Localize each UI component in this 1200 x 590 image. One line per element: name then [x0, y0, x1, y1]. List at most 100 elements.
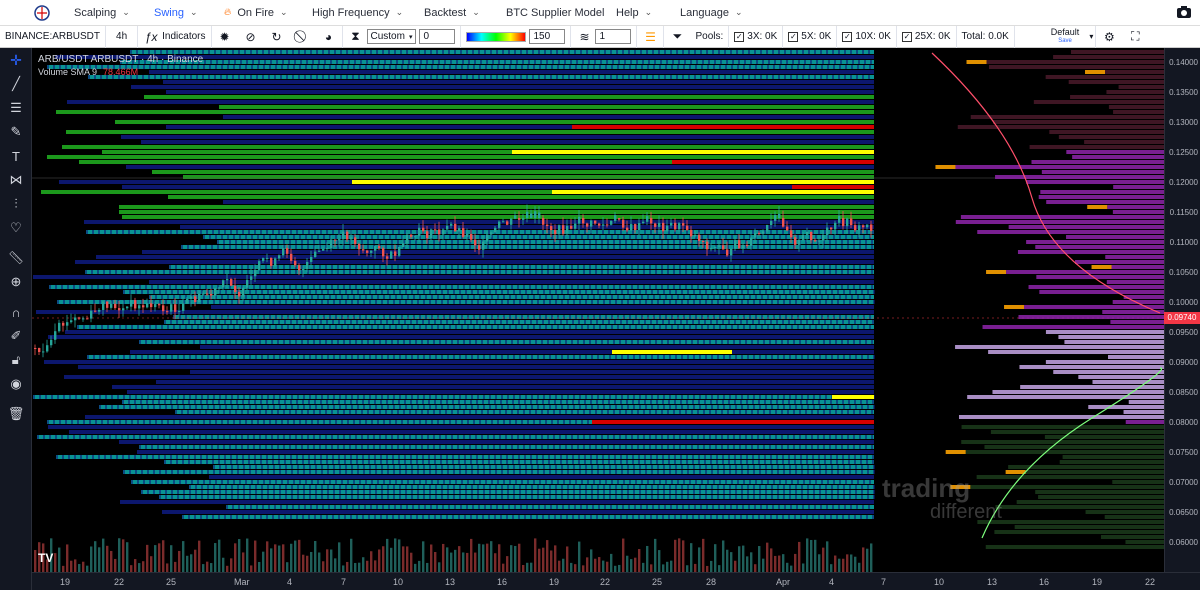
time-axis[interactable]: 19 22 25 Mar 4 7 10 13 16 19 22 25 28 Apr 4 7 10 13 16 19 22	[32, 572, 1200, 590]
nav-item-label: Swing	[154, 6, 184, 19]
time-tick: 10	[393, 577, 404, 587]
delete-tool[interactable]: 🗑︎	[0, 402, 32, 426]
price-axis[interactable]: 0.06000 0.06500 0.07000 0.07500 0.08000 0.085…	[1164, 48, 1200, 572]
time-tick: 13	[445, 577, 456, 587]
chart-area[interactable]: ARB/USDT ARBUSDT · 4h · Binance Volume S…	[32, 48, 1164, 572]
stay-drawing-tool[interactable]: ✐	[0, 324, 32, 348]
symbol-label: BINANCE:ARBUSDT	[5, 31, 101, 42]
time-tick: 19	[549, 577, 560, 587]
chevron-down-icon[interactable]: ▾	[1087, 26, 1095, 48]
block-icon: ⃠	[295, 29, 311, 45]
nav-item-backtest[interactable]: Backtest ⌄	[424, 7, 506, 19]
horizontal-lines-tool[interactable]: ☰	[0, 96, 32, 120]
heatmap-gradient-slider[interactable]	[466, 31, 527, 42]
nav-item-label: BTC Supplier Model	[506, 6, 605, 19]
total-display: Total: 0.0K	[955, 25, 1014, 48]
chevron-down-icon: ⌄	[472, 7, 480, 17]
time-tick: 7	[881, 577, 887, 587]
nav-item-swing[interactable]: Swing ⌄	[154, 7, 224, 19]
top-navigation: Scalping ⌄ Swing ⌄ 🔥︎ On Fire ⌄ High Frequency ⌄…	[0, 0, 1200, 26]
checkbox-icon[interactable]: ✓	[901, 31, 912, 42]
zoom-tool[interactable]: ⊕	[0, 270, 32, 294]
prediction-tool[interactable]: ⫶	[0, 192, 32, 216]
zoom-in-icon: ⊕	[10, 274, 22, 289]
text-tool[interactable]: T	[0, 144, 32, 168]
brush-icon: ✎	[10, 124, 22, 139]
time-tick: 13	[987, 577, 998, 587]
drawing-toolbar: ✛ ╱ ☰ ✎ T ⋈ ⫶ ♡ 📏︎ ⊕ ∩ ✐ 🔓︎ ◉ 🗑︎	[0, 48, 32, 590]
magnet-tool[interactable]: ∩	[0, 300, 32, 324]
favorites-tool[interactable]: ♡	[0, 216, 32, 240]
range-input[interactable]: 0	[419, 29, 456, 44]
time-tick: 4	[829, 577, 835, 587]
hide-button[interactable]: ⊘	[238, 26, 264, 48]
time-tick: 25	[652, 577, 663, 587]
layers-icon: ≋	[579, 29, 590, 44]
time-tick: 16	[497, 577, 508, 587]
pool-toggle[interactable]: ✓ 25X: 0K	[895, 25, 956, 48]
camera-icon[interactable]	[1176, 5, 1192, 19]
checkbox-icon[interactable]: ✓	[788, 31, 799, 42]
nav-item-label: Language	[680, 6, 729, 19]
pool-toggle[interactable]: ✓ 10X: 0K	[836, 25, 896, 48]
palette-button[interactable]: ◕	[316, 26, 342, 48]
pool-label: 5X: 0K	[801, 31, 832, 42]
chevron-down-icon: ⌄	[189, 7, 198, 17]
time-tick: 19	[1092, 577, 1103, 587]
app-logo-icon[interactable]	[28, 0, 56, 26]
clear-button[interactable]: ⃠	[290, 26, 316, 48]
crosshair-tool[interactable]: ✛	[0, 48, 32, 72]
filter-button[interactable]: ⏷	[663, 25, 690, 48]
time-tick: 7	[341, 577, 347, 587]
nav-item-scalping[interactable]: Scalping ⌄	[74, 7, 154, 19]
trash-icon: 🗑︎	[7, 406, 25, 421]
align-button[interactable]: ☰	[636, 25, 663, 48]
heart-icon: ♡	[10, 220, 22, 235]
pool-label: 10X: 0K	[855, 31, 891, 42]
pattern-tool[interactable]: ⋈	[0, 168, 32, 192]
pool-toggle[interactable]: ✓ 3X: 0K	[728, 25, 782, 48]
nav-item-label: On Fire	[237, 6, 275, 19]
layout-selector[interactable]: Default Save	[1013, 25, 1088, 48]
visibility-tool[interactable]: ◉	[0, 372, 32, 396]
checkbox-icon[interactable]: ✓	[734, 31, 745, 42]
price-tick: 0.10000	[1169, 298, 1198, 307]
range-select[interactable]: Custom ▾	[366, 29, 417, 44]
nav-item-help[interactable]: Help ⌄	[616, 7, 680, 19]
time-tick: 19	[60, 577, 71, 587]
symbol-selector[interactable]: BINANCE:ARBUSDT	[0, 26, 105, 48]
chevron-down-icon: ▾	[408, 33, 413, 41]
nav-item-high-frequency[interactable]: High Frequency ⌄	[312, 7, 424, 19]
trend-line-tool[interactable]: ╱	[0, 72, 32, 96]
settings-sun-button[interactable]: ✹	[210, 25, 238, 48]
lock-tool[interactable]: 🔓︎	[0, 348, 32, 372]
tradingview-logo[interactable]: TV	[38, 551, 53, 565]
nav-item-btc-supplier-model[interactable]: BTC Supplier Model	[506, 7, 616, 19]
refresh-button[interactable]: ↻	[264, 26, 290, 48]
layers-input[interactable]: 1	[595, 29, 632, 44]
watermark-main: trading	[882, 473, 971, 503]
price-tick: 0.09000	[1169, 358, 1198, 367]
indicators-button[interactable]: ƒx Indicators	[137, 25, 210, 48]
volume-value: 78.466M	[103, 67, 139, 77]
align-right-icon: ☰	[645, 29, 656, 44]
brush-tool[interactable]: ✎	[0, 120, 32, 144]
nav-item-on-fire[interactable]: 🔥︎ On Fire ⌄	[224, 7, 312, 19]
range-select-value: Custom	[370, 31, 405, 42]
chart-toolbar: BINANCE:ARBUSDT 4h ƒx Indicators ✹ ⊘ ↻ ⃠…	[0, 25, 1200, 48]
interval-selector[interactable]: 4h	[105, 25, 137, 48]
eye-icon: ◉	[10, 376, 22, 391]
fullscreen-button[interactable]: ⛶	[1122, 26, 1148, 48]
hourglass-icon: ⧗	[351, 29, 360, 43]
pool-toggle[interactable]: ✓ 5X: 0K	[782, 25, 836, 48]
time-tick: Apr	[776, 577, 791, 587]
settings-button[interactable]: ⚙	[1095, 25, 1122, 48]
price-tick: 0.07000	[1169, 478, 1198, 487]
pattern-icon: ⋈	[9, 172, 23, 187]
nav-item-language[interactable]: Language ⌄	[680, 7, 760, 19]
text-icon: T	[12, 148, 20, 164]
gradient-input[interactable]: 150	[529, 29, 566, 44]
current-price-label: 0.09740	[1164, 312, 1200, 324]
checkbox-icon[interactable]: ✓	[842, 31, 853, 42]
measure-tool[interactable]: 📏︎	[0, 246, 32, 270]
